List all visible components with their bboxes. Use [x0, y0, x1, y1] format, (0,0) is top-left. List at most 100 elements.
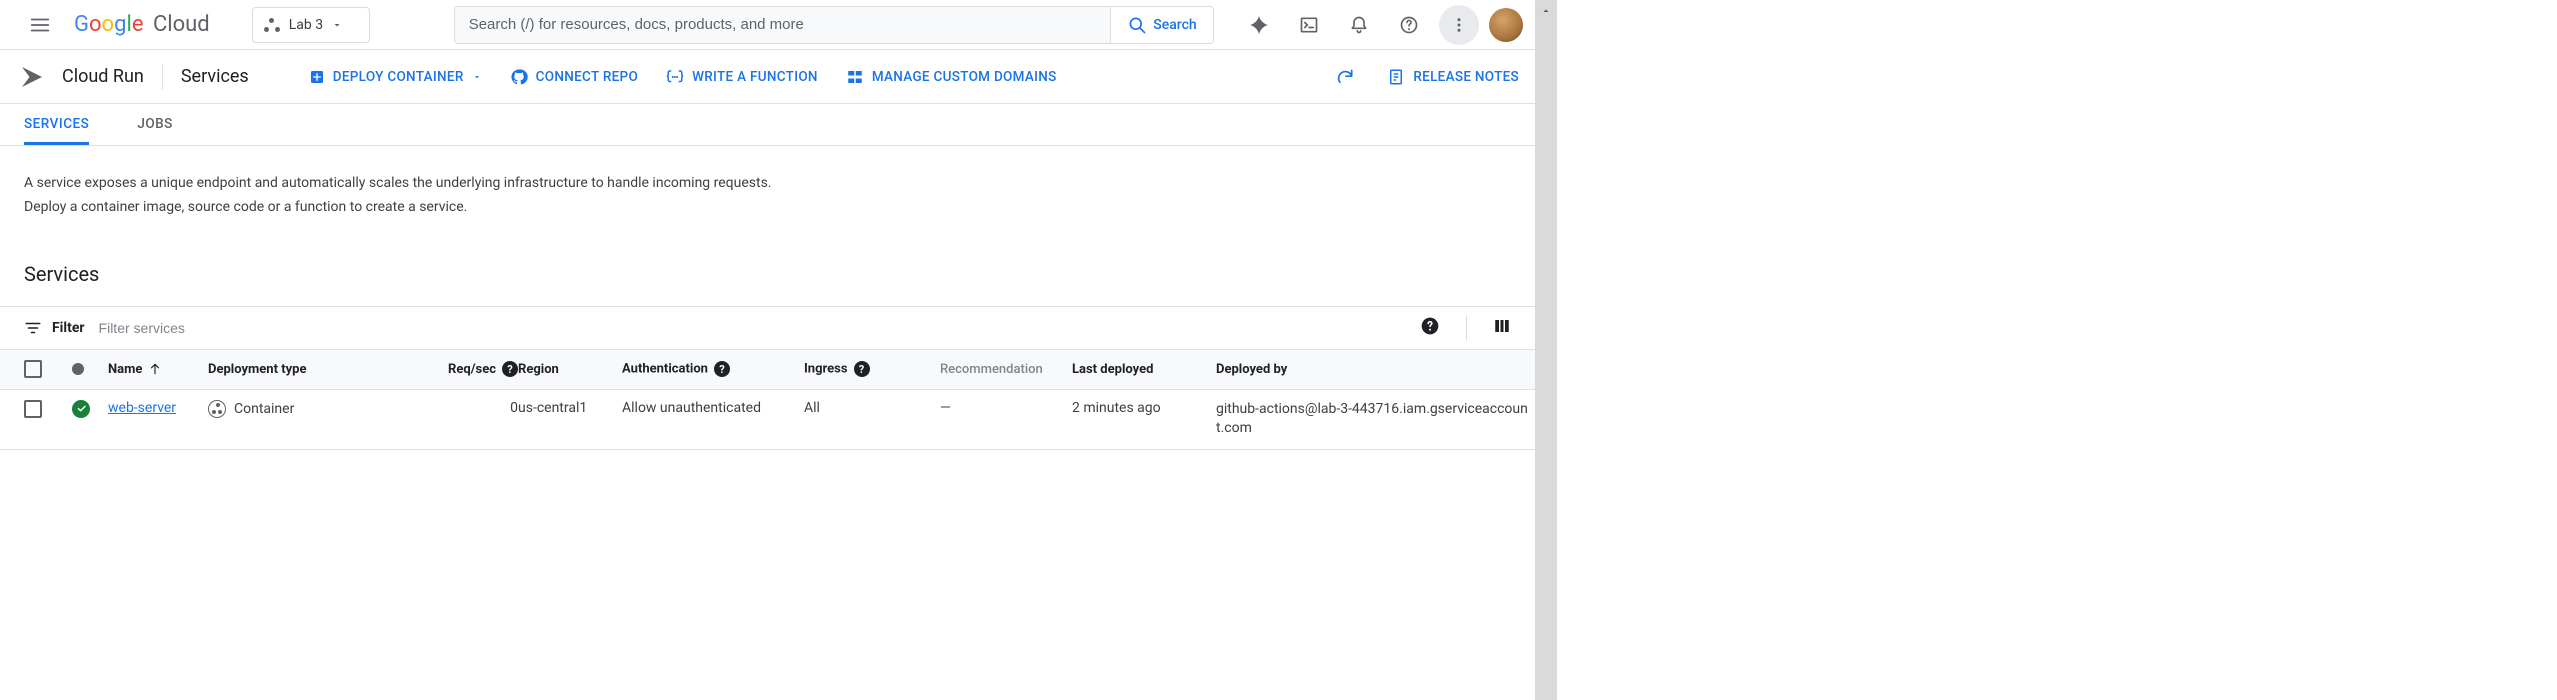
action-bar-right: RELEASE NOTES [1327, 59, 1519, 95]
section-title: Services [24, 262, 1511, 286]
github-icon [510, 68, 528, 86]
table-header: Name Deployment type Req/sec? Region Aut… [0, 350, 1535, 390]
caret-down-icon [472, 72, 482, 82]
column-deployment-type[interactable]: Deployment type [208, 362, 408, 377]
write-function-button[interactable]: WRITE A FUNCTION [666, 68, 818, 86]
cell-req-sec: 0 [408, 400, 518, 416]
project-picker[interactable]: Lab 3 [252, 7, 370, 43]
header-utilities [1239, 5, 1523, 45]
nav-menu-button[interactable] [20, 5, 60, 45]
cell-ingress: All [804, 400, 940, 416]
product-header: Cloud Run Services DEPLOY CONTAINER CONN… [0, 50, 1535, 104]
cell-authentication: Allow unauthenticated [622, 400, 804, 416]
search-icon [1127, 15, 1147, 35]
column-display-button[interactable] [1493, 317, 1511, 339]
cell-deployment-type: Container [208, 400, 408, 418]
deploy-container-button[interactable]: DEPLOY CONTAINER [309, 69, 482, 85]
description-line1: A service exposes a unique endpoint and … [24, 172, 1511, 196]
column-authentication[interactable]: Authentication? [622, 361, 804, 377]
container-icon [208, 400, 226, 418]
global-search: Search [454, 6, 1214, 44]
columns-icon [1493, 317, 1511, 335]
cloud-run-icon [16, 61, 48, 93]
separator [1466, 316, 1467, 340]
column-recommendation[interactable]: Recommendation [940, 362, 1072, 377]
column-name[interactable]: Name [108, 362, 208, 377]
add-box-icon [309, 69, 325, 85]
cell-last-deployed: 2 minutes ago [1072, 400, 1216, 416]
cell-deployment-type-label: Container [234, 401, 294, 417]
kebab-icon [1450, 16, 1468, 34]
main-content: A service exposes a unique endpoint and … [0, 146, 1535, 450]
sort-asc-icon [148, 362, 162, 376]
filter-input[interactable] [85, 320, 1420, 336]
column-region[interactable]: Region [518, 362, 622, 377]
connect-repo-label: CONNECT REPO [536, 69, 638, 85]
filter-help-button[interactable] [1420, 316, 1440, 340]
filter-label: Filter [52, 320, 85, 336]
bell-icon [1349, 15, 1369, 35]
google-cloud-logo[interactable]: Google Cloud [74, 12, 210, 37]
table-row: web-server Container 0 us-central1 Allow… [0, 390, 1535, 450]
status-header-icon [72, 363, 84, 375]
manage-domains-label: MANAGE CUSTOM DOMAINS [872, 69, 1057, 85]
deploy-container-label: DEPLOY CONTAINER [333, 69, 464, 85]
function-icon [666, 68, 684, 86]
select-all-checkbox[interactable] [24, 360, 42, 378]
connect-repo-button[interactable]: CONNECT REPO [510, 68, 638, 86]
description-line2: Deploy a container image, source code or… [24, 196, 1511, 220]
row-checkbox[interactable] [24, 400, 42, 418]
manage-domains-button[interactable]: MANAGE CUSTOM DOMAINS [846, 68, 1057, 86]
filter-icon [24, 319, 42, 337]
account-avatar[interactable] [1489, 8, 1523, 42]
write-function-label: WRITE A FUNCTION [692, 69, 818, 85]
product-name: Cloud Run [62, 66, 144, 87]
column-authentication-label: Authentication [622, 362, 708, 377]
search-button[interactable]: Search [1110, 7, 1212, 43]
filter-label-group: Filter [24, 319, 85, 337]
services-table: Name Deployment type Req/sec? Region Aut… [0, 350, 1535, 450]
cell-recommendation: — [940, 400, 1072, 416]
column-req-sec-label: Req/sec [448, 362, 496, 377]
column-req-sec[interactable]: Req/sec? [408, 361, 518, 377]
gemini-button[interactable] [1239, 5, 1279, 45]
status-ok-icon [72, 400, 90, 418]
help-filled-icon [1420, 316, 1440, 336]
column-ingress[interactable]: Ingress? [804, 361, 940, 377]
search-button-label: Search [1153, 17, 1196, 33]
sparkle-icon [1248, 14, 1270, 36]
column-last-deployed[interactable]: Last deployed [1072, 362, 1216, 377]
column-ingress-label: Ingress [804, 362, 848, 377]
terminal-icon [1299, 15, 1319, 35]
column-name-label: Name [108, 362, 142, 377]
more-options-button[interactable] [1439, 5, 1479, 45]
help-icon [1399, 15, 1419, 35]
action-bar: DEPLOY CONTAINER CONNECT REPO WRITE A FU… [309, 68, 1057, 86]
release-notes-label: RELEASE NOTES [1413, 69, 1519, 85]
cell-deployed-by: github-actions@lab-3-443716.iam.gservice… [1216, 400, 1536, 439]
tabs: SERVICES JOBS [0, 104, 1535, 146]
project-name: Lab 3 [289, 17, 323, 33]
filter-bar: Filter [0, 306, 1535, 350]
browser-scrollbar[interactable] [1535, 0, 1557, 700]
tab-services[interactable]: SERVICES [24, 104, 89, 145]
help-icon[interactable]: ? [854, 361, 870, 377]
hamburger-icon [29, 14, 51, 36]
column-deployed-by[interactable]: Deployed by [1216, 362, 1536, 377]
project-icon [263, 16, 281, 34]
help-icon[interactable]: ? [502, 361, 518, 377]
help-icon[interactable]: ? [714, 361, 730, 377]
cloud-shell-button[interactable] [1289, 5, 1329, 45]
domains-icon [846, 68, 864, 86]
page-title: Services [181, 66, 249, 87]
release-notes-button[interactable]: RELEASE NOTES [1387, 68, 1519, 86]
refresh-icon [1335, 67, 1355, 87]
search-input[interactable] [455, 7, 1111, 43]
caret-down-icon [331, 19, 343, 31]
notes-icon [1387, 68, 1405, 86]
service-name-link[interactable]: web-server [108, 400, 176, 416]
notifications-button[interactable] [1339, 5, 1379, 45]
tab-jobs[interactable]: JOBS [137, 104, 173, 145]
help-button[interactable] [1389, 5, 1429, 45]
refresh-button[interactable] [1327, 59, 1363, 95]
